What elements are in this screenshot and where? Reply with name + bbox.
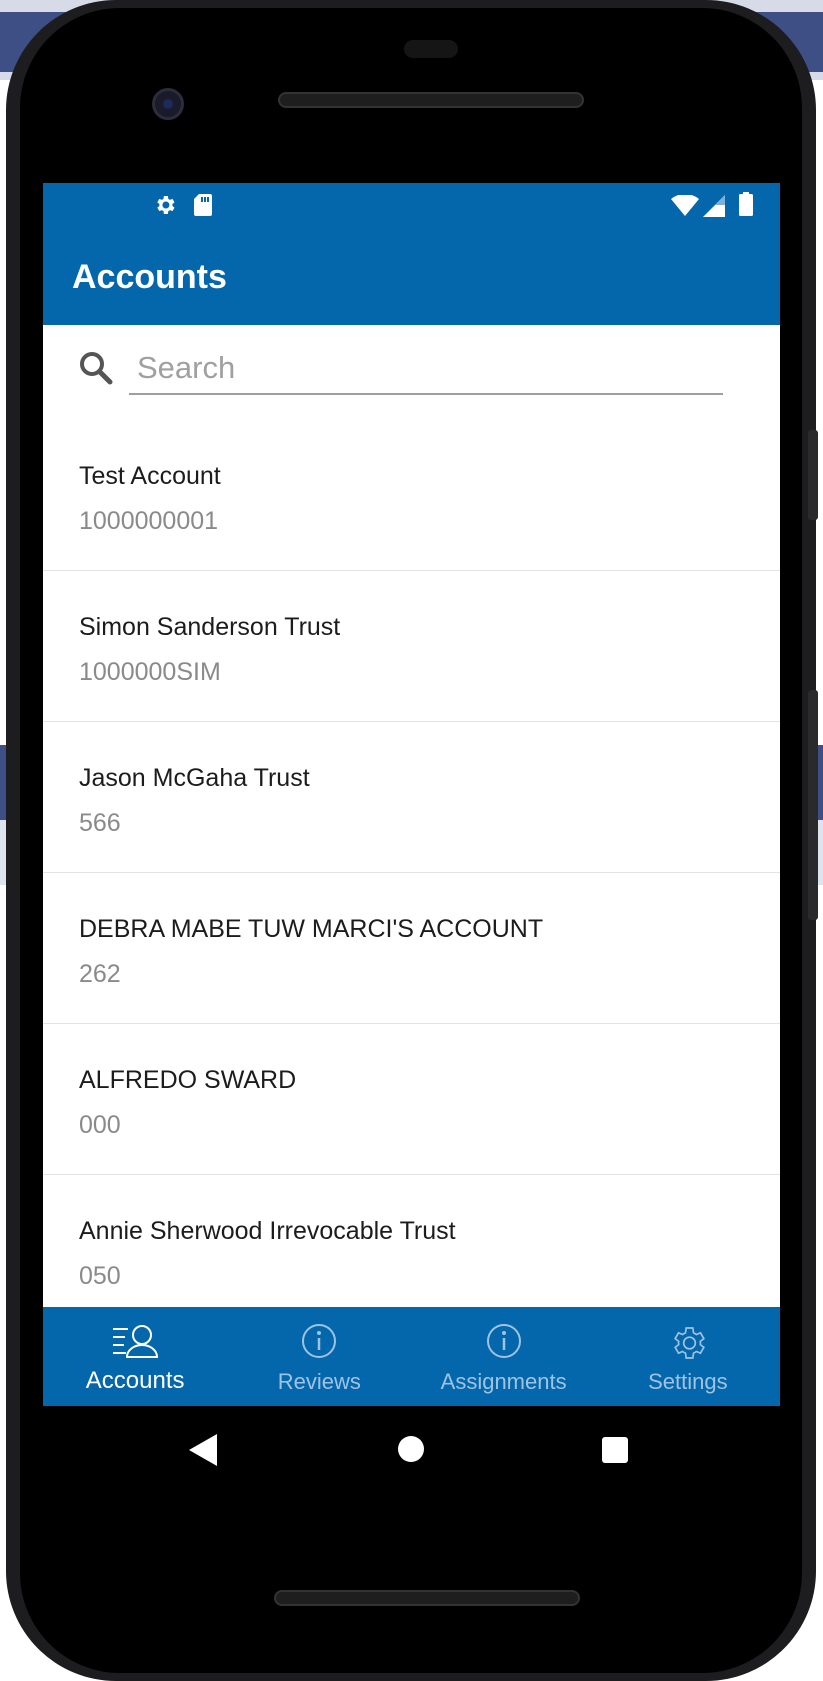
gear-icon	[668, 1323, 708, 1368]
tab-assignments[interactable]: Assignments	[412, 1307, 596, 1406]
tab-settings[interactable]: Settings	[596, 1307, 780, 1406]
tab-reviews[interactable]: Reviews	[227, 1307, 411, 1406]
account-name: Simon Sanderson Trust	[79, 613, 341, 641]
search-bar	[43, 325, 780, 420]
account-name: Test Account	[79, 462, 221, 490]
account-name: Jason McGaha Trust	[79, 764, 310, 792]
android-nav-bar	[43, 1406, 780, 1496]
bottom-tab-bar: Accounts Reviews Assignments Settings	[43, 1307, 780, 1406]
wifi-icon	[671, 193, 699, 222]
app-bar: Accounts	[43, 228, 780, 325]
tab-label: Settings	[648, 1369, 728, 1394]
account-name: ALFREDO SWARD	[79, 1066, 297, 1094]
tab-label: Reviews	[277, 1369, 361, 1394]
info-icon	[486, 1323, 522, 1364]
account-number: 1000000001	[79, 507, 219, 535]
account-number: 566	[79, 809, 121, 837]
account-number: 000	[79, 1111, 121, 1139]
account-number: 262	[79, 960, 121, 988]
home-icon[interactable]	[397, 1435, 425, 1468]
list-item[interactable]: Test Account 1000000001	[43, 420, 780, 571]
page-title: Accounts	[72, 258, 227, 296]
account-number: 1000000SIM	[79, 658, 221, 686]
search-icon[interactable]	[79, 351, 113, 390]
cell-signal-icon	[703, 195, 725, 222]
recents-icon[interactable]	[601, 1436, 629, 1469]
earpiece-speaker	[278, 92, 584, 108]
front-camera-icon	[152, 88, 184, 120]
list-item[interactable]: DEBRA MABE TUW MARCI'S ACCOUNT 262	[43, 873, 780, 1024]
tab-accounts[interactable]: Accounts	[43, 1307, 227, 1406]
search-input[interactable]	[129, 343, 723, 395]
list-item[interactable]: ALFREDO SWARD 000	[43, 1024, 780, 1175]
account-name: DEBRA MABE TUW MARCI'S ACCOUNT	[79, 915, 544, 943]
list-item[interactable]: Annie Sherwood Irrevocable Trust 050	[43, 1175, 780, 1326]
sd-card-icon	[193, 193, 213, 222]
status-bar	[43, 183, 780, 228]
battery-icon	[739, 192, 753, 221]
accounts-icon	[112, 1323, 159, 1364]
proximity-sensor	[404, 40, 458, 58]
list-item[interactable]: Jason McGaha Trust 566	[43, 722, 780, 873]
bottom-speaker	[274, 1590, 580, 1606]
info-icon	[301, 1323, 337, 1364]
app-screen: Accounts Test Account 1000000001 Simon S…	[43, 183, 780, 1406]
account-list: Test Account 1000000001 Simon Sanderson …	[43, 420, 780, 1326]
tab-label: Assignments	[440, 1369, 567, 1394]
gear-icon	[153, 193, 177, 222]
list-item[interactable]: Simon Sanderson Trust 1000000SIM	[43, 571, 780, 722]
back-icon[interactable]	[189, 1434, 217, 1471]
account-name: Annie Sherwood Irrevocable Trust	[79, 1217, 456, 1245]
volume-button	[808, 690, 818, 920]
power-button	[808, 430, 818, 520]
tab-label: Accounts	[85, 1367, 185, 1394]
account-number: 050	[79, 1262, 121, 1290]
